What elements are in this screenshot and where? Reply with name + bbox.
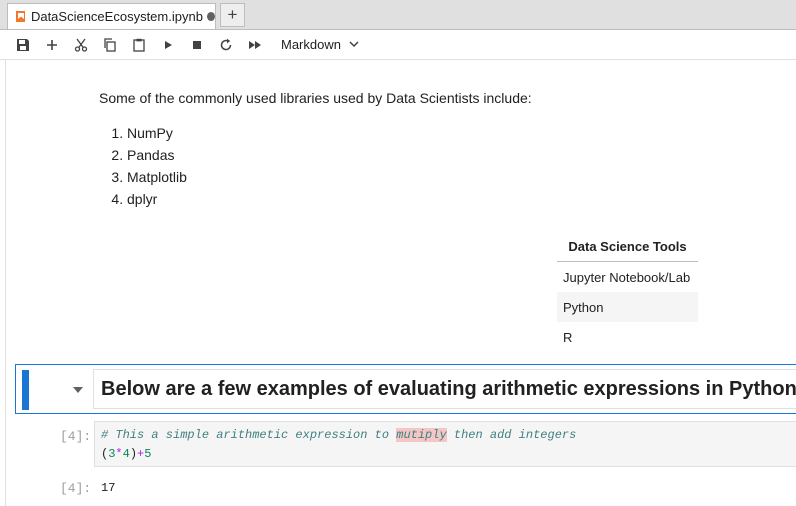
list-item: dplyr <box>127 188 187 210</box>
libraries-list: NumPy Pandas Matplotlib dplyr <box>79 122 187 210</box>
libraries-intro-text: Some of the commonly used libraries used… <box>99 90 532 106</box>
section-heading: Below are a few examples of evaluating a… <box>101 378 796 400</box>
data-science-tools-table: Data Science Tools Jupyter Notebook/Lab … <box>557 232 698 352</box>
add-icon <box>47 40 57 50</box>
restart-run-all-button[interactable] <box>246 36 264 54</box>
save-button[interactable] <box>14 36 32 54</box>
list-item: Pandas <box>127 144 187 166</box>
cell-type-label: Markdown <box>281 37 341 52</box>
tab-bar: DataScienceEcosystem.ipynb + <box>0 0 796 30</box>
code-token: ) <box>129 447 138 461</box>
run-button[interactable] <box>159 36 177 54</box>
cut-button[interactable] <box>72 36 90 54</box>
save-icon <box>17 39 29 51</box>
input-prompt: [4]: <box>60 429 92 444</box>
code-token: 5 <box>144 447 152 461</box>
collapse-caret-icon[interactable] <box>73 387 83 393</box>
insert-cell-button[interactable] <box>43 36 61 54</box>
notebook-toolbar: Markdown <box>0 30 796 60</box>
chevron-down-icon <box>349 41 359 48</box>
scissors-icon <box>74 38 88 52</box>
code-editor[interactable]: # This a simple arithmetic expression to… <box>94 421 796 467</box>
list-item: Matplotlib <box>127 166 187 188</box>
restart-icon <box>220 38 232 51</box>
active-markdown-cell[interactable]: Below are a few examples of evaluating a… <box>15 364 796 414</box>
misspelled-word: mutiply <box>396 428 447 442</box>
copy-button[interactable] <box>101 36 119 54</box>
play-icon <box>165 41 172 49</box>
new-tab-button[interactable]: + <box>220 3 245 27</box>
fast-forward-icon <box>249 41 261 49</box>
list-item: NumPy <box>127 122 187 144</box>
cell-output: 17 <box>101 481 116 495</box>
output-prompt: [4]: <box>60 481 92 496</box>
cell-type-dropdown[interactable]: Markdown <box>281 37 359 52</box>
notebook-tab[interactable]: DataScienceEcosystem.ipynb <box>7 3 216 29</box>
comment-text: # This a simple arithmetic expression to <box>101 428 397 442</box>
code-token: 4 <box>122 447 130 461</box>
cell-collapser[interactable] <box>22 370 29 410</box>
table-row: Jupyter Notebook/Lab <box>563 269 691 285</box>
restart-button[interactable] <box>217 36 235 54</box>
comment-text: then add integers <box>446 428 577 442</box>
code-token: * <box>115 447 123 461</box>
stop-icon <box>193 41 201 49</box>
tab-title: DataScienceEcosystem.ipynb <box>30 9 203 24</box>
markdown-heading-area[interactable]: Below are a few examples of evaluating a… <box>93 369 796 409</box>
paste-button[interactable] <box>130 36 148 54</box>
clipboard-icon <box>133 38 145 52</box>
table-row: Python <box>557 292 698 322</box>
interrupt-button[interactable] <box>188 36 206 54</box>
code-expression-line: (3*4)+5 <box>101 447 151 461</box>
unsaved-dot-icon[interactable] <box>206 12 215 21</box>
code-comment-line: # This a simple arithmetic expression to… <box>101 428 576 442</box>
notebook-icon <box>16 11 25 22</box>
copy-icon <box>104 38 116 52</box>
table-row: R <box>563 329 573 345</box>
table-header: Data Science Tools <box>557 232 698 262</box>
